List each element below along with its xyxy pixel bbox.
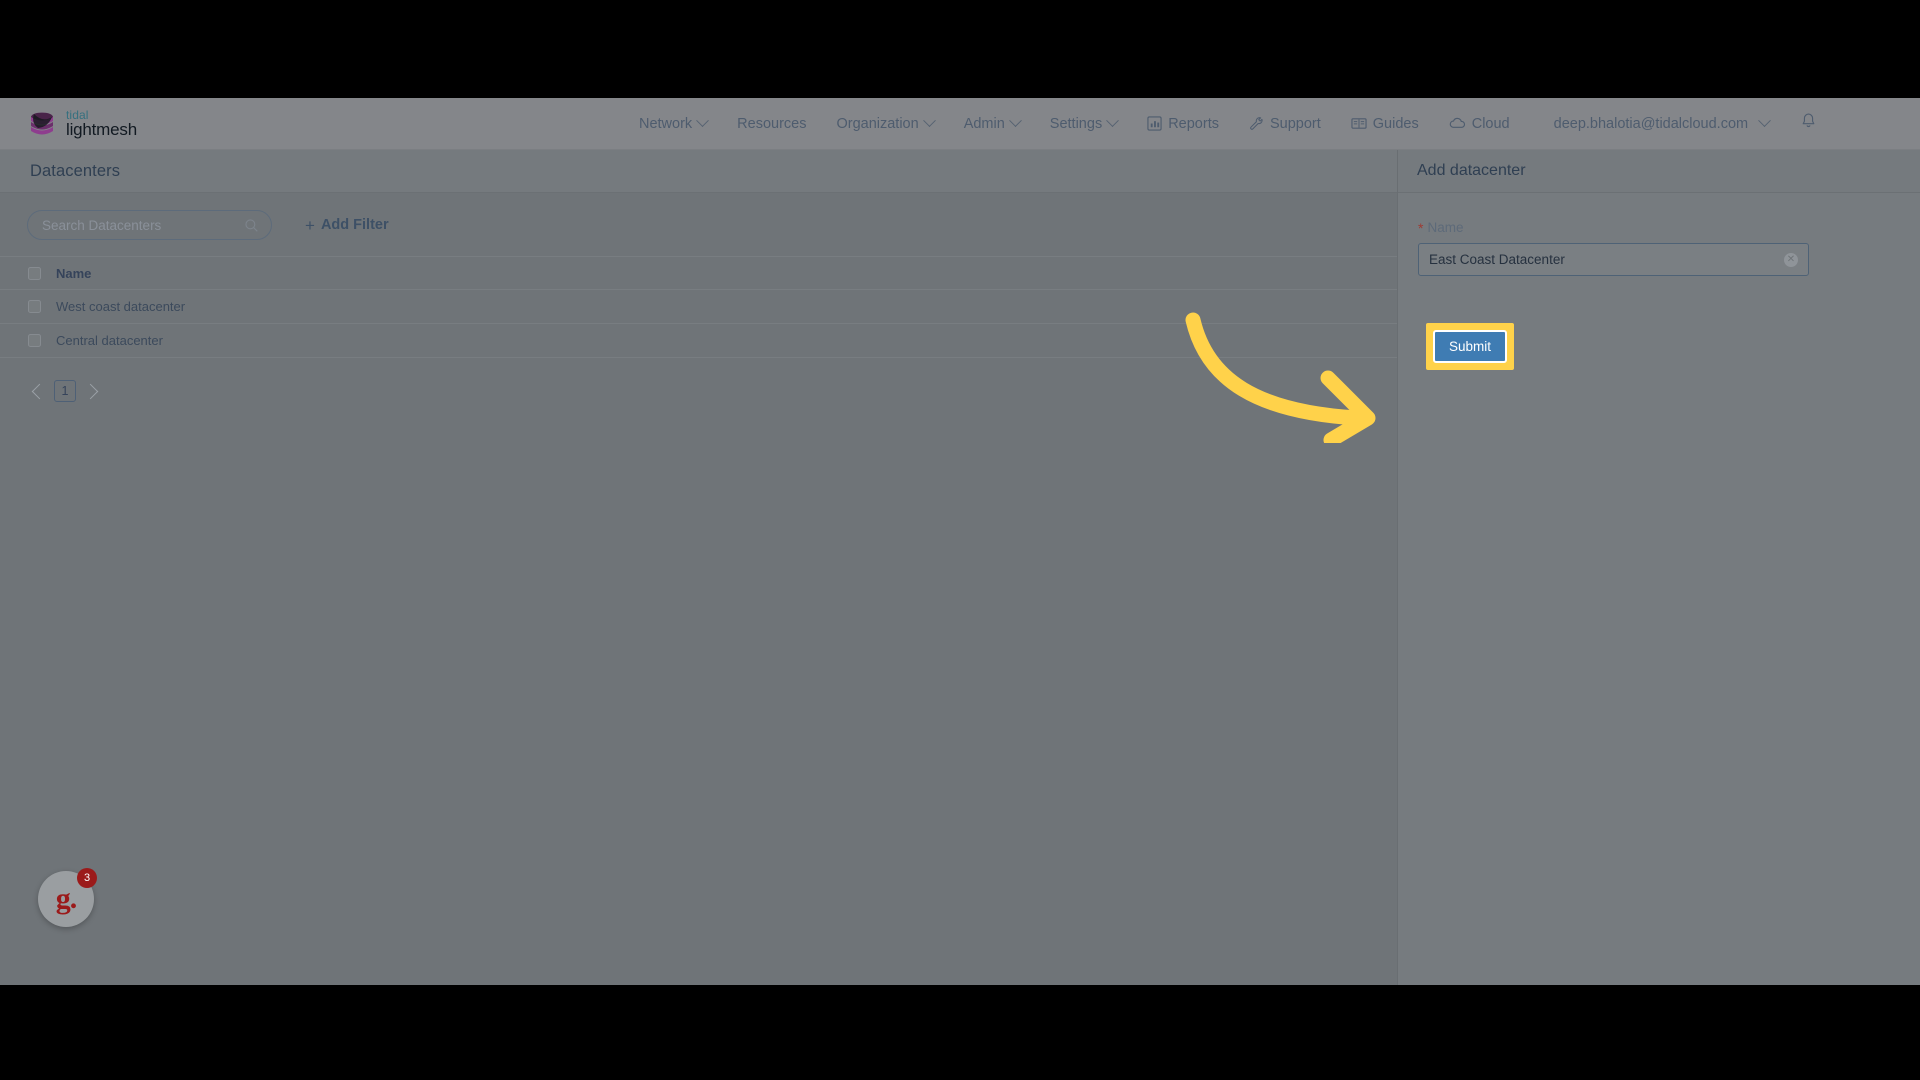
column-header-name: Name [56, 265, 92, 281]
search-input[interactable] [42, 217, 238, 233]
row-select-cell [0, 334, 56, 347]
pagination: 1 [0, 380, 1397, 402]
nav-label: Support [1269, 115, 1321, 132]
page-title: Datacenters [30, 161, 121, 180]
widget-badge: 3 [77, 868, 97, 888]
nav-item-organization[interactable]: Organization [821, 110, 948, 138]
nav-label: Guides [1372, 115, 1419, 132]
nav-item-reports[interactable]: Reports [1132, 110, 1234, 138]
drawer-title: Add datacenter [1417, 162, 1526, 179]
chevron-down-icon [922, 114, 936, 128]
datacenters-table: Name West coast datacenter Central datac… [0, 256, 1397, 358]
add-filter-label: Add Filter [320, 217, 389, 233]
cloud-icon [1449, 117, 1466, 130]
chevron-right-icon[interactable] [82, 383, 99, 399]
bar-chart-icon [1147, 116, 1162, 131]
table-row[interactable]: West coast datacenter [0, 289, 1397, 324]
add-datacenter-drawer: Add datacenter * Name ✕ Submit [1397, 150, 1920, 985]
nav-item-cloud[interactable]: Cloud [1434, 110, 1525, 138]
chevron-down-icon [1106, 114, 1120, 128]
brand-logo[interactable]: tidal lightmesh [27, 108, 137, 139]
drawer-body: * Name ✕ Submit [1398, 193, 1920, 386]
nav-item-settings[interactable]: Settings [1035, 110, 1132, 138]
select-all-checkbox[interactable] [27, 266, 41, 280]
row-name[interactable]: West coast datacenter [56, 299, 185, 314]
submit-highlight-box: Submit [1426, 323, 1515, 370]
select-all-cell [0, 266, 56, 280]
submit-button[interactable]: Submit [1433, 330, 1508, 363]
nav-label: Resources [737, 115, 807, 132]
top-navbar: tidal lightmesh Network Resources Organi… [0, 98, 1920, 150]
chevron-down-icon [696, 114, 710, 128]
table-header-row: Name [0, 256, 1397, 290]
nav-label: Network [638, 115, 693, 132]
submit-area: Submit [1418, 276, 1898, 386]
drawer-header: Add datacenter [1398, 150, 1920, 193]
magnifier-icon [244, 218, 259, 238]
plus-icon: + [305, 215, 315, 235]
nav-label: Admin [963, 115, 1005, 132]
page-number-1[interactable]: 1 [54, 380, 76, 402]
nav-label: Organization [836, 115, 919, 132]
user-email: deep.bhalotia@tidalcloud.com [1553, 115, 1749, 132]
page-header-bar: Datacenters [0, 150, 1397, 193]
row-select-cell [0, 300, 56, 313]
nav-label: Settings [1049, 115, 1103, 132]
add-filter-button[interactable]: + Add Filter [305, 217, 389, 234]
table-row[interactable]: Central datacenter [0, 323, 1397, 358]
name-field[interactable]: ✕ [1418, 243, 1809, 276]
widget-label: g. [55, 882, 77, 915]
nav-item-guides[interactable]: Guides [1336, 110, 1434, 138]
help-widget[interactable]: g. 3 [38, 868, 97, 927]
name-field-label: * Name [1418, 220, 1898, 235]
nav-item-resources[interactable]: Resources [722, 110, 821, 138]
circle-x-icon[interactable]: ✕ [1784, 253, 1798, 267]
user-account-menu[interactable]: deep.bhalotia@tidalcloud.com [1525, 104, 1784, 144]
wrench-icon [1249, 116, 1264, 131]
primary-nav: Network Resources Organization Admin Set… [624, 104, 1823, 144]
bell-icon[interactable] [1800, 112, 1817, 135]
name-input[interactable] [1429, 252, 1769, 267]
list-toolbar: + Add Filter [0, 193, 1397, 240]
name-label-text: Name [1427, 220, 1464, 235]
nav-item-network[interactable]: Network [624, 110, 722, 138]
required-marker: * [1418, 219, 1424, 236]
nav-item-admin[interactable]: Admin [949, 110, 1035, 138]
chevron-down-icon [1758, 114, 1771, 128]
nav-label: Cloud [1471, 115, 1510, 132]
app-screen: tidal lightmesh Network Resources Organi… [0, 98, 1920, 985]
chevron-left-icon[interactable] [31, 383, 48, 399]
nav-label: Reports [1168, 115, 1219, 132]
brand-name-bottom: lightmesh [66, 119, 137, 139]
nav-item-support[interactable]: Support [1234, 110, 1336, 138]
row-checkbox[interactable] [27, 334, 41, 347]
chevron-down-icon [1008, 114, 1022, 128]
search-datacenters-box[interactable] [27, 210, 272, 240]
row-name[interactable]: Central datacenter [56, 333, 163, 348]
book-icon [1351, 116, 1367, 131]
row-checkbox[interactable] [27, 300, 41, 313]
stacked-layers-icon [31, 112, 53, 134]
main-content: + Add Filter Name West coast datacenter [0, 193, 1397, 985]
